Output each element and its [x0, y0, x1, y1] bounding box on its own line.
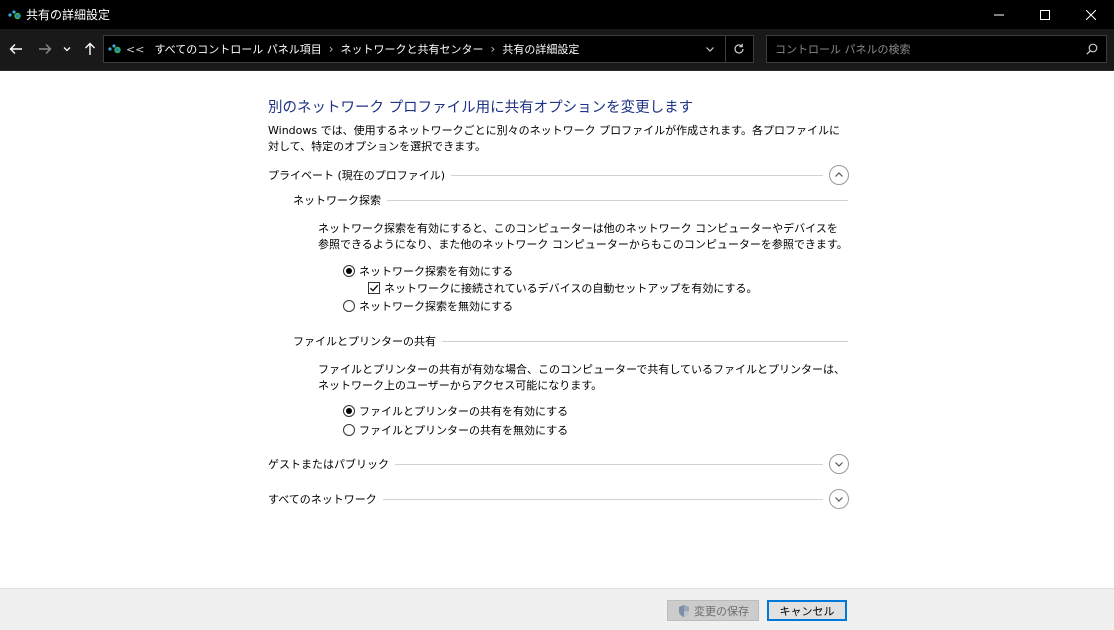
divider: [382, 498, 823, 500]
option-label[interactable]: ネットワーク探索を無効にする: [359, 298, 513, 314]
network-discovery-title: ネットワーク探索: [293, 194, 381, 207]
radio-button[interactable]: [343, 265, 355, 277]
maximize-button[interactable]: [1022, 0, 1068, 29]
page-title: 別のネットワーク プロファイル用に共有オプションを変更します: [268, 100, 694, 116]
arrow-up-icon: [85, 42, 95, 55]
breadcrumb-all-control-panel[interactable]: すべてのコントロール パネル項目: [150, 41, 325, 57]
search-box[interactable]: [766, 35, 1107, 63]
breadcrumb-network-center[interactable]: ネットワークと共有センター: [337, 41, 488, 57]
network-discovery-disable-option[interactable]: ネットワーク探索を無効にする: [343, 298, 513, 314]
chevron-down-icon: [706, 47, 714, 52]
divider: [395, 463, 823, 465]
divider: [387, 199, 848, 201]
back-button[interactable]: [6, 39, 26, 59]
refresh-icon: [733, 43, 744, 54]
forward-button[interactable]: [35, 39, 55, 59]
search-input[interactable]: [767, 42, 1067, 56]
profile-all-networks-label[interactable]: すべてのネットワーク: [268, 491, 383, 507]
radio-button[interactable]: [343, 405, 355, 417]
file-printer-sharing-description: ファイルとプリンターの共有が有効な場合、このコンピューターで共有しているファイル…: [318, 363, 846, 392]
arrow-right-icon: [39, 44, 52, 54]
up-button[interactable]: [80, 39, 100, 59]
chevron-up-icon: [835, 172, 843, 177]
auto-setup-option[interactable]: ネットワークに接続されているデバイスの自動セットアップを有効にする。: [368, 280, 757, 296]
chevron-down-icon: [835, 497, 843, 502]
footer-bar: 変更の保存 キャンセル: [0, 588, 1114, 630]
profile-all-networks-header[interactable]: すべてのネットワーク: [268, 489, 849, 509]
chevron-down-icon: [63, 47, 71, 52]
address-bar[interactable]: << すべてのコントロール パネル項目 › ネットワークと共有センター › 共有…: [103, 35, 754, 63]
intro-text: Windows では、使用するネットワークごとに別々のネットワーク プロファイル…: [268, 124, 840, 153]
radio-button[interactable]: [343, 300, 355, 312]
checkbox[interactable]: [368, 282, 380, 294]
breadcrumb-separator[interactable]: ›: [488, 42, 499, 56]
title-bar: 共有の詳細設定: [0, 0, 1114, 29]
network-discovery-description: ネットワーク探索を有効にすると、このコンピューターは他のネットワーク コンピュー…: [318, 222, 848, 251]
minimize-icon: [994, 14, 1004, 15]
file-printer-sharing-title: ファイルとプリンターの共有: [293, 335, 436, 348]
navigation-bar: << すべてのコントロール パネル項目 › ネットワークと共有センター › 共有…: [0, 29, 1114, 71]
checkmark-icon: [370, 284, 379, 292]
window-title: 共有の詳細設定: [26, 8, 111, 22]
network-discovery-section: ネットワーク探索: [293, 192, 848, 208]
profile-private-label[interactable]: プライベート (現在のプロファイル): [268, 167, 452, 183]
close-button[interactable]: [1068, 0, 1114, 29]
expand-button[interactable]: [829, 489, 849, 509]
radio-button[interactable]: [343, 424, 355, 436]
option-label[interactable]: ファイルとプリンターの共有を有効にする: [359, 403, 568, 419]
recent-locations-button[interactable]: [60, 39, 74, 59]
maximize-icon: [1040, 9, 1050, 20]
divider: [451, 174, 823, 176]
arrow-left-icon: [9, 44, 22, 54]
close-icon: [1086, 9, 1096, 20]
option-label[interactable]: ファイルとプリンターの共有を無効にする: [359, 422, 568, 438]
minimize-button[interactable]: [976, 0, 1022, 29]
save-changes-button[interactable]: 変更の保存: [667, 600, 759, 621]
option-label[interactable]: ネットワーク探索を有効にする: [359, 263, 513, 279]
network-discovery-enable-option[interactable]: ネットワーク探索を有効にする: [343, 263, 513, 279]
file-printer-enable-option[interactable]: ファイルとプリンターの共有を有効にする: [343, 403, 568, 419]
file-printer-disable-option[interactable]: ファイルとプリンターの共有を無効にする: [343, 422, 568, 438]
profile-guest-public-header[interactable]: ゲストまたはパブリック: [268, 454, 849, 474]
breadcrumb-overflow[interactable]: <<: [126, 43, 144, 56]
divider: [442, 340, 848, 342]
address-dropdown-button[interactable]: [697, 36, 723, 62]
refresh-button[interactable]: [725, 36, 751, 62]
profile-private-header[interactable]: プライベート (現在のプロファイル): [268, 165, 849, 185]
cancel-button[interactable]: キャンセル: [767, 600, 847, 621]
save-changes-label[interactable]: 変更の保存: [694, 603, 749, 619]
chevron-down-icon: [835, 462, 843, 467]
search-icon[interactable]: [1086, 43, 1098, 58]
network-sharing-icon: [6, 7, 22, 23]
main-content: 別のネットワーク プロファイル用に共有オプションを変更します Windows で…: [0, 72, 1114, 588]
expand-button[interactable]: [829, 454, 849, 474]
file-printer-sharing-section: ファイルとプリンターの共有: [293, 333, 848, 349]
breadcrumb-separator[interactable]: ›: [326, 42, 337, 56]
profile-guest-public-label[interactable]: ゲストまたはパブリック: [268, 456, 395, 472]
uac-shield-icon: [679, 604, 689, 617]
control-panel-icon: [106, 41, 122, 57]
breadcrumb-advanced-sharing[interactable]: 共有の詳細設定: [498, 41, 583, 57]
collapse-button[interactable]: [829, 165, 849, 185]
option-label[interactable]: ネットワークに接続されているデバイスの自動セットアップを有効にする。: [384, 280, 757, 296]
